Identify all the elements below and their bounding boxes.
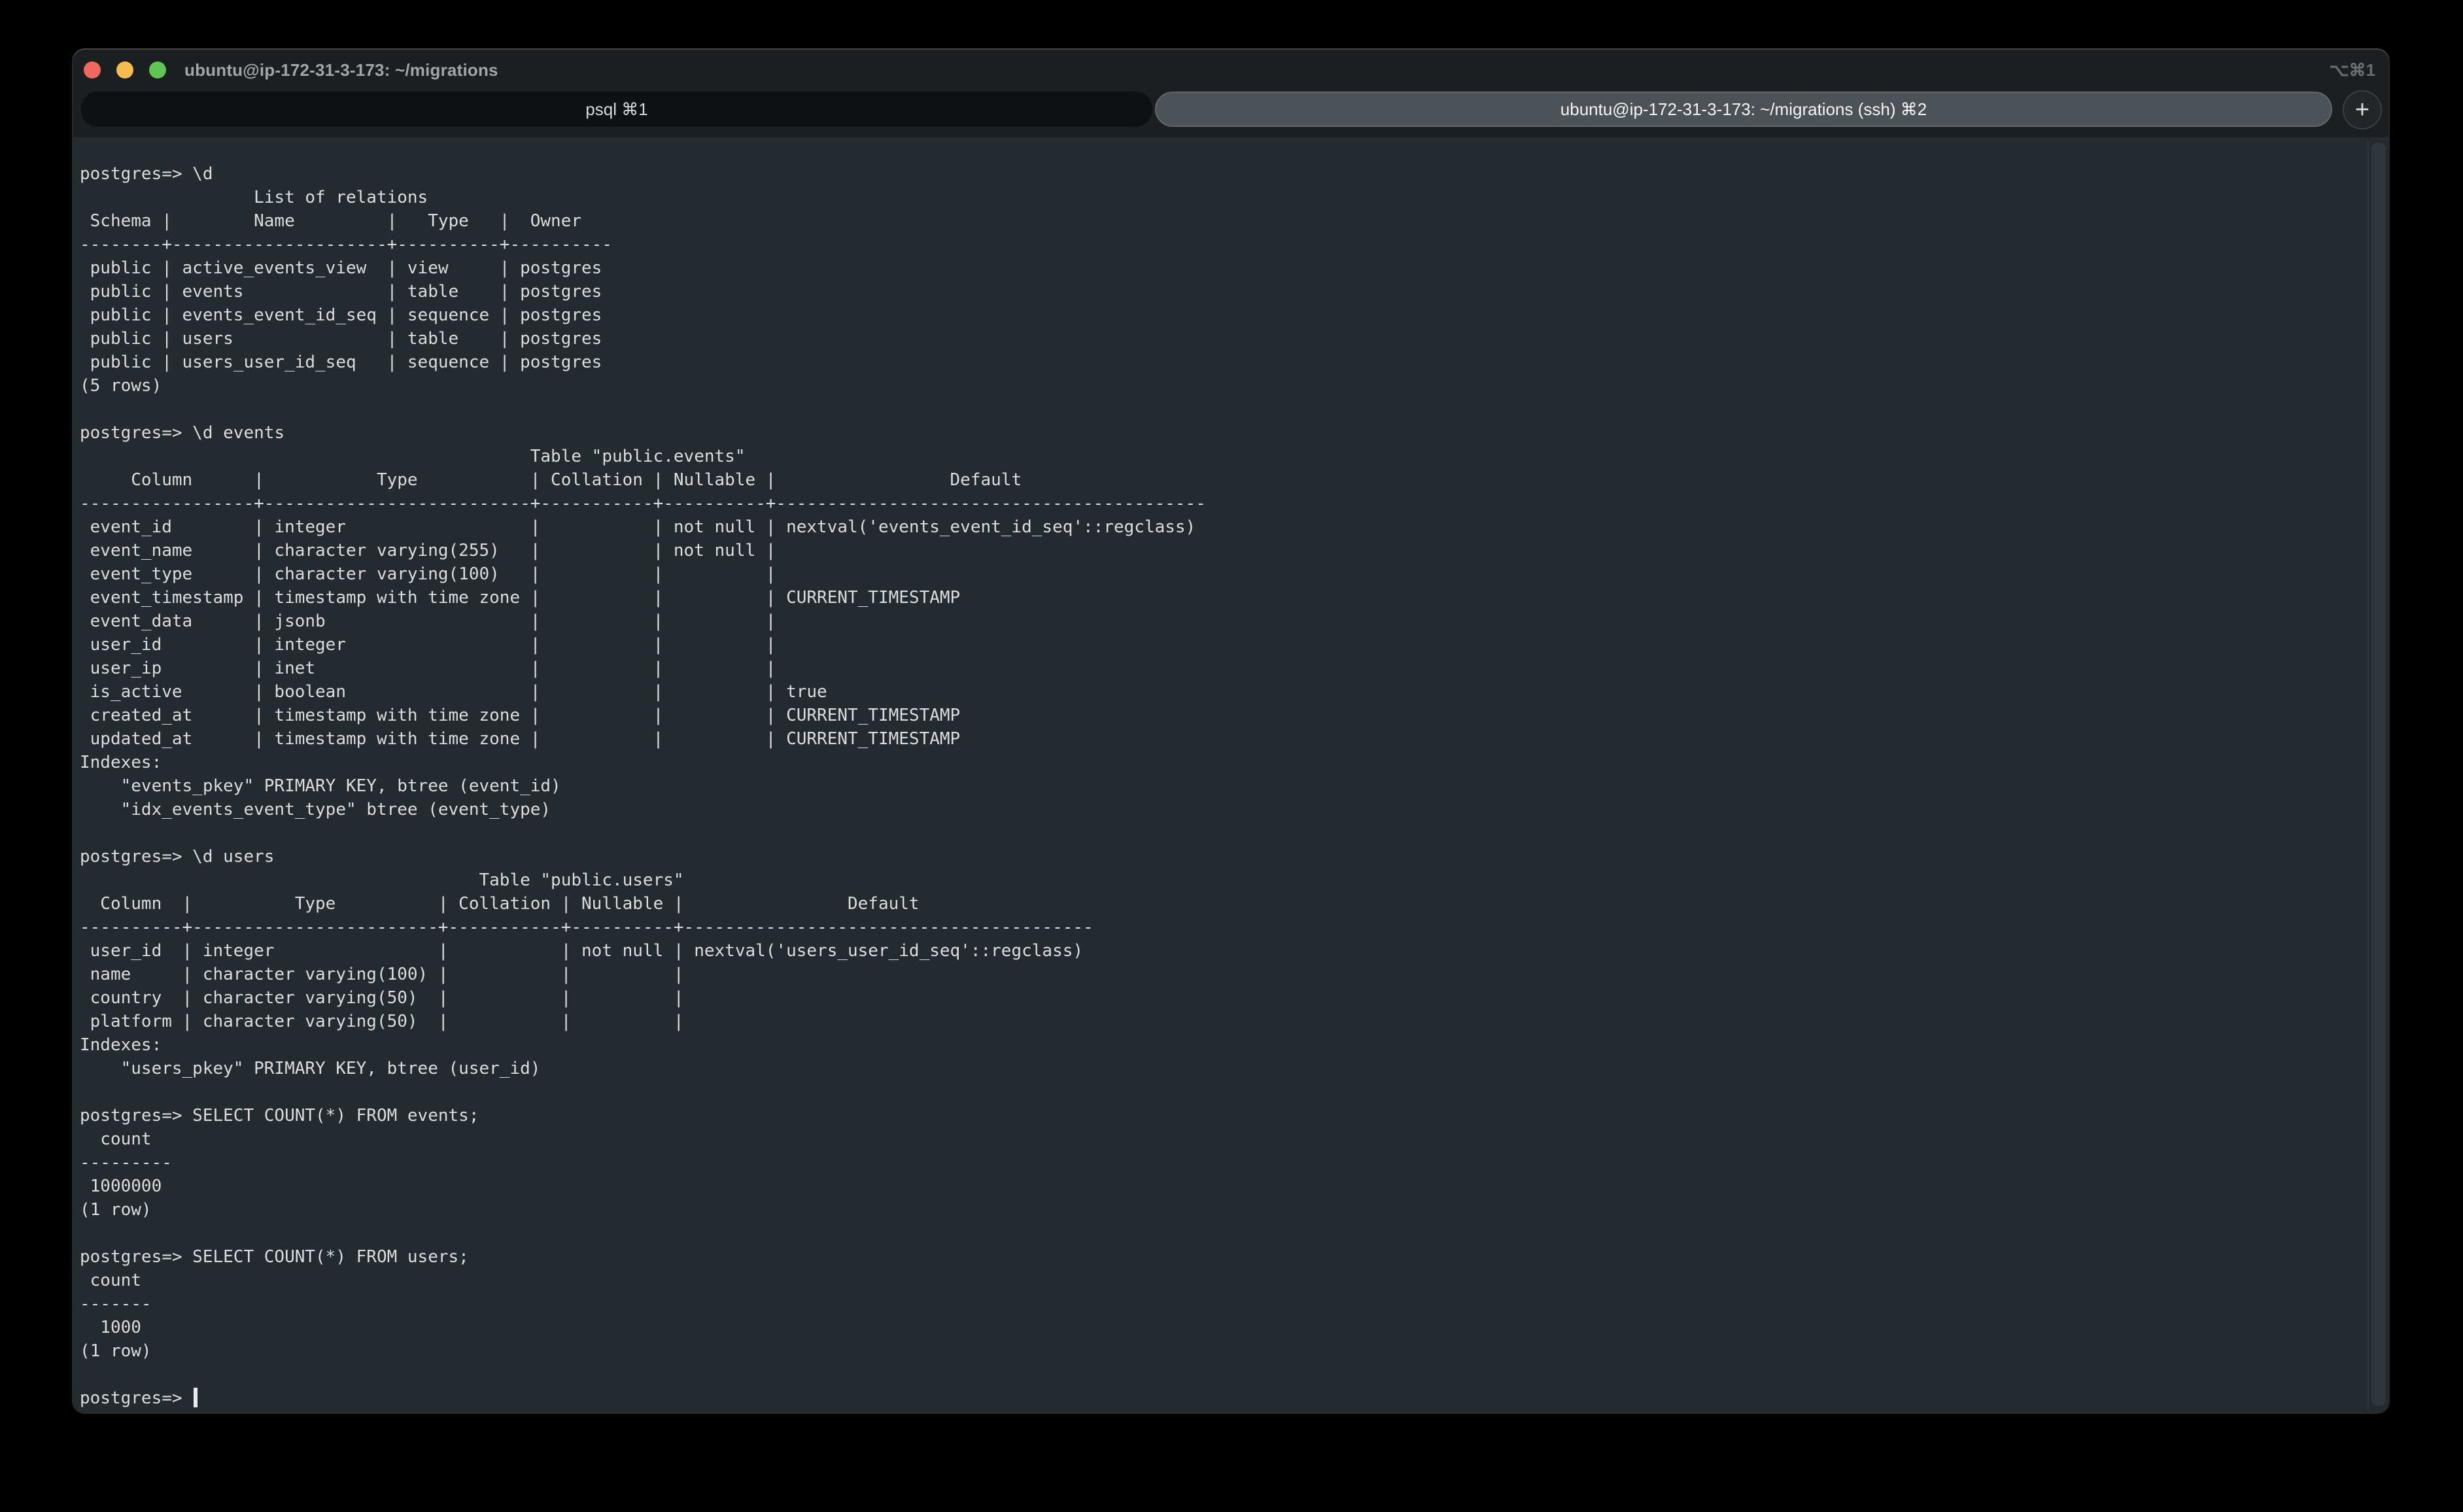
terminal-line: -------	[80, 1294, 1206, 1317]
terminal-line: 1000000	[80, 1176, 1206, 1199]
terminal-line: Indexes:	[80, 752, 1206, 776]
terminal-line: Indexes:	[80, 1035, 1206, 1058]
terminal-line: event_name | character varying(255) | | …	[80, 540, 1206, 564]
terminal-line: event_data | jsonb | | |	[80, 611, 1206, 634]
terminal-line: postgres=> SELECT COUNT(*) FROM users;	[80, 1246, 1206, 1270]
terminal-line: List of relations	[80, 187, 1206, 211]
zoom-button[interactable]	[149, 61, 166, 78]
terminal-line: postgres=>	[80, 1388, 1206, 1411]
terminal-line	[80, 1082, 1206, 1105]
terminal-line: --------+---------------------+---------…	[80, 234, 1206, 258]
terminal-line: user_ip | inet | | |	[80, 658, 1206, 681]
terminal-line: event_timestamp | timestamp with time zo…	[80, 587, 1206, 611]
traffic-lights	[84, 61, 166, 78]
terminal-line: user_id | integer | | not null | nextval…	[80, 940, 1206, 964]
terminal-line	[80, 823, 1206, 846]
terminal-line: Table "public.users"	[80, 870, 1206, 893]
terminal-line: Schema | Name | Type | Owner	[80, 211, 1206, 234]
minimize-button[interactable]	[116, 61, 133, 78]
terminal-line: (1 row)	[80, 1199, 1206, 1223]
tab-ssh-label: ubuntu@ip-172-31-3-173: ~/migrations (ss…	[1560, 99, 1927, 120]
terminal-window: ubuntu@ip-172-31-3-173: ~/migrations ⌥⌘1…	[72, 48, 2390, 1414]
titlebar[interactable]: ubuntu@ip-172-31-3-173: ~/migrations ⌥⌘1	[72, 48, 2390, 92]
tab-psql-label: psql ⌘1	[585, 99, 647, 120]
terminal-line: count	[80, 1270, 1206, 1294]
terminal-line: name | character varying(100) | | |	[80, 964, 1206, 988]
tab-psql[interactable]: psql ⌘1	[81, 92, 1152, 127]
scrollbar-track	[2368, 140, 2369, 1411]
terminal-line	[80, 1364, 1206, 1388]
terminal-line: public | active_events_view | view | pos…	[80, 258, 1206, 281]
terminal-line: postgres=> \d	[80, 163, 1206, 187]
terminal-line: user_id | integer | | |	[80, 634, 1206, 658]
terminal-line: "idx_events_event_type" btree (event_typ…	[80, 799, 1206, 823]
terminal-line: postgres=> \d events	[80, 422, 1206, 446]
terminal-line	[80, 1223, 1206, 1246]
terminal-line: 1000	[80, 1317, 1206, 1341]
terminal[interactable]: postgres=> \d List of relations Schema |…	[72, 137, 2390, 1414]
terminal-line	[80, 399, 1206, 422]
terminal-line: count	[80, 1129, 1206, 1152]
terminal-line: country | character varying(50) | | |	[80, 988, 1206, 1011]
terminal-line: ---------	[80, 1152, 1206, 1176]
terminal-line: event_id | integer | | not null | nextva…	[80, 517, 1206, 540]
terminal-line: ----------+------------------------+----…	[80, 917, 1206, 940]
terminal-line: -----------------+----------------------…	[80, 493, 1206, 517]
window-title: ubuntu@ip-172-31-3-173: ~/migrations	[184, 48, 498, 92]
terminal-line: public | users | table | postgres	[80, 328, 1206, 352]
new-tab-button[interactable]: +	[2343, 90, 2382, 129]
terminal-line: public | events_event_id_seq | sequence …	[80, 305, 1206, 328]
tab-ssh[interactable]: ubuntu@ip-172-31-3-173: ~/migrations (ss…	[1155, 92, 2332, 127]
terminal-line: Table "public.events"	[80, 446, 1206, 470]
terminal-line: "users_pkey" PRIMARY KEY, btree (user_id…	[80, 1058, 1206, 1082]
tab-bar: psql ⌘1 ubuntu@ip-172-31-3-173: ~/migrat…	[72, 92, 2390, 137]
terminal-line: public | users_user_id_seq | sequence | …	[80, 352, 1206, 375]
terminal-line: "events_pkey" PRIMARY KEY, btree (event_…	[80, 776, 1206, 799]
terminal-text: postgres=> \d List of relations Schema |…	[80, 163, 1206, 1411]
terminal-line: Column | Type | Collation | Nullable | D…	[80, 893, 1206, 917]
terminal-line: (1 row)	[80, 1341, 1206, 1364]
terminal-line: event_type | character varying(100) | | …	[80, 564, 1206, 587]
terminal-line: updated_at | timestamp with time zone | …	[80, 729, 1206, 752]
terminal-line: platform | character varying(50) | | |	[80, 1011, 1206, 1035]
terminal-line: postgres=> SELECT COUNT(*) FROM events;	[80, 1105, 1206, 1129]
close-button[interactable]	[84, 61, 101, 78]
scrollbar-thumb[interactable]	[2371, 143, 2385, 1406]
terminal-line: postgres=> \d users	[80, 846, 1206, 870]
terminal-line: Column | Type | Collation | Nullable | D…	[80, 470, 1206, 493]
terminal-line: public | events | table | postgres	[80, 281, 1206, 305]
terminal-line: is_active | boolean | | | true	[80, 681, 1206, 705]
desktop: ubuntu@ip-172-31-3-173: ~/migrations ⌥⌘1…	[0, 0, 2463, 1512]
terminal-line: created_at | timestamp with time zone | …	[80, 705, 1206, 729]
window-shortcut-badge: ⌥⌘1	[2330, 48, 2375, 92]
terminal-line: (5 rows)	[80, 375, 1206, 399]
text-cursor	[194, 1388, 197, 1407]
